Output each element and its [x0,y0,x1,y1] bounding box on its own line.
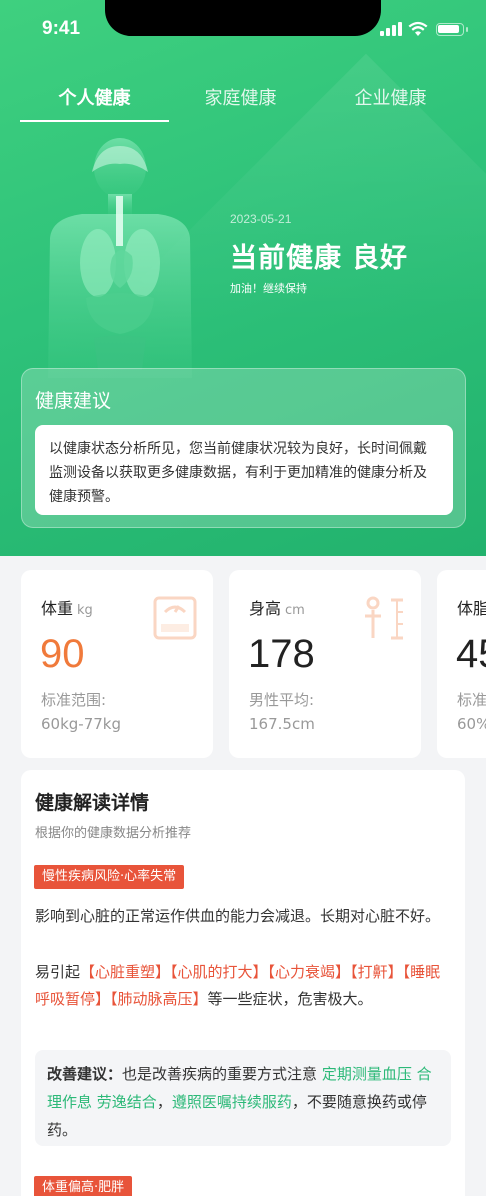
advice-title: 健康建议 [35,390,112,412]
signal-icon [380,22,402,36]
active-tab-underline [20,120,169,122]
improvement-advice: 改善建议：也是改善疾病的重要方式注意 定期测量血压 合理作息 劳逸结合，遵照医嘱… [35,1050,451,1146]
body-anatomy-illustration [48,138,192,378]
battery-icon [436,23,468,36]
health-tabs: 个人健康 家庭健康 企业健康 [0,82,486,124]
metric-value: 45 [456,632,486,676]
tab-family-health[interactable]: 家庭健康 [166,82,315,120]
risk-tag-arrhythmia: 慢性疾病风险·心率失常 [34,865,185,889]
health-date: 2023-05-21 [230,212,292,226]
risk-tag-obesity: 体重偏高·肥胖 [34,1176,133,1196]
risk-description: 影响到心脏的正常运作供血的能力会减退。长期对心脏不好。 [35,907,441,925]
health-detail-card: 健康解读详情 根据你的健康数据分析推荐 慢性疾病风险·心率失常 影响到心脏的正常… [21,770,465,1196]
risk-complications: 易引起【心脏重塑】【心肌的打大】【心力衰竭】【打鼾】【睡眠呼吸暂停】【肺动脉高压… [35,963,441,1008]
status-time: 9:41 [42,18,81,39]
metric-label: 体重 kg [41,599,93,618]
metric-card-body-fat[interactable]: 体脂 45 标准 60% [437,570,486,758]
detail-title: 健康解读详情 [35,792,150,814]
health-status-label: 当前健康 [230,243,342,274]
scale-icon [153,596,197,640]
metric-reference: 男性平均: 167.5cm [249,691,315,733]
wifi-icon [408,21,428,36]
metric-reference: 标准 60% [457,691,486,733]
notch [105,0,381,36]
advice-text: 以健康状态分析所见，您当前健康状况较为良好，长时间佩戴监测设备以获取更多健康数据… [35,425,453,515]
metric-value: 178 [248,632,315,676]
status-bar: 9:41 [0,0,486,58]
status-icons [380,21,470,38]
detail-subtitle: 根据你的健康数据分析推荐 [35,826,192,841]
metric-label: 体脂 [457,599,486,618]
metric-card-height[interactable]: 身高 cm 178 男性平均: 167.5cm [229,570,421,758]
health-encouragement: 加油！继续保持 [230,282,307,295]
tab-enterprise-health[interactable]: 企业健康 [316,82,465,120]
metric-reference: 标准范围: 60kg-77kg [41,691,122,733]
tab-personal-health[interactable]: 个人健康 [20,82,169,120]
hero-section: 9:41 个人健康 家庭健康 企业健康 2023-05-21 当前健康 良好 加… [0,0,486,556]
metric-label: 身高 cm [249,599,305,618]
height-icon [365,596,403,640]
metrics-row: 体重 kg 90 标准范围: 60kg-77kg 身高 cm 178 男性平均: 1… [0,570,486,760]
health-advice-card: 健康建议 以健康状态分析所见，您当前健康状况较为良好，长时间佩戴监测设备以获取更… [21,368,466,528]
metric-value: 90 [40,632,85,676]
health-status-value: 良好 [352,243,408,274]
health-status: 当前健康 良好 [230,236,408,275]
metric-card-weight[interactable]: 体重 kg 90 标准范围: 60kg-77kg [21,570,213,758]
